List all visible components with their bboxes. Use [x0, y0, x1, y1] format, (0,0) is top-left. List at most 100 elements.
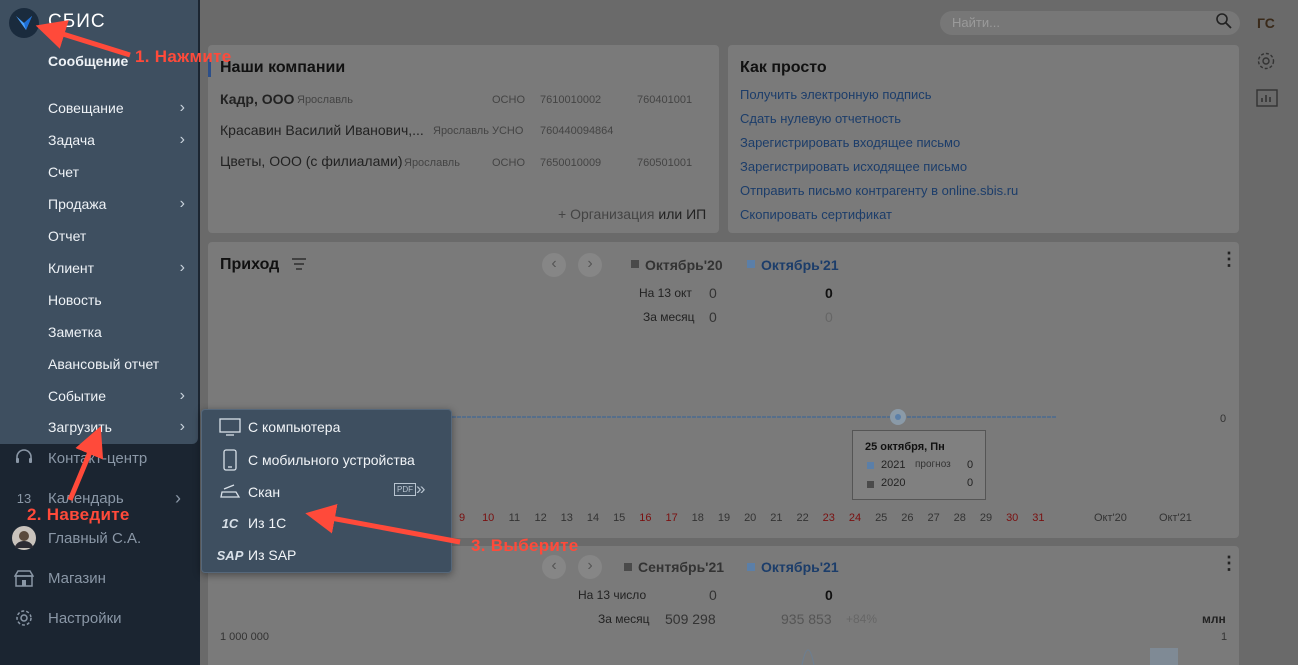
x-tick-label: 21 — [770, 512, 783, 524]
row-cur-value: 0 — [825, 309, 833, 325]
search-icon[interactable] — [1215, 12, 1233, 35]
company-inn: 7610010002 — [540, 94, 602, 106]
submenu-item-label: Из 1С — [248, 515, 287, 531]
sbis-logo-button[interactable] — [9, 8, 39, 38]
menu-item-label: Загрузить — [48, 419, 112, 435]
add-organization-suffix: или ИП — [658, 206, 707, 222]
howto-link[interactable]: Сдать нулевую отчетность — [740, 111, 901, 126]
pdf-badge-icon[interactable]: PDF — [394, 483, 416, 496]
chevron-right-icon: › — [179, 259, 185, 276]
legend-cur: Октябрь'21 — [761, 257, 839, 273]
howto-link[interactable]: Зарегистрировать входящее письмо — [740, 135, 960, 150]
menu-item[interactable]: Загрузить › — [48, 418, 193, 435]
menu-item[interactable]: Заметка — [48, 324, 193, 340]
x-tick-label: 19 — [717, 512, 731, 524]
settings-icon[interactable] — [1256, 51, 1276, 76]
sidebar-item-shop[interactable]: Магазин — [0, 558, 200, 598]
double-chevron-right-icon[interactable]: » — [416, 479, 425, 499]
upload-from-sap[interactable]: SAP Из SAP — [217, 543, 443, 567]
tooltip-value: 0 — [967, 477, 974, 489]
menu-item-label: Отчет — [48, 228, 87, 244]
howto-link[interactable]: Отправить письмо контрагенту в online.sb… — [740, 183, 1018, 198]
more-options-icon[interactable]: ⋮ — [1220, 250, 1238, 268]
x-tick-label: 27 — [927, 512, 940, 524]
row-cur-value: 0 — [825, 285, 833, 301]
company-city: Ярославль — [404, 157, 460, 169]
dashboard-icon[interactable] — [1256, 89, 1278, 114]
menu-item[interactable]: Задача › — [48, 131, 193, 148]
y-axis-right-label: 0 — [1220, 413, 1227, 425]
gear-icon — [12, 606, 36, 630]
menu-item[interactable]: Новость — [48, 292, 193, 308]
row-cur-value: 935 853 — [781, 611, 832, 627]
x-tick-label: 24 — [848, 512, 862, 524]
sidebar-item-label: Магазин — [48, 569, 106, 587]
howto-title: Как просто — [740, 59, 827, 76]
prev-period-button[interactable]: ‹ — [542, 555, 566, 579]
add-organization-link[interactable]: + Организация или ИП — [558, 206, 706, 222]
sidebar-item-label: Главный С.А. — [48, 529, 142, 547]
x-tick-label: 23 — [822, 512, 835, 524]
row-label: За месяц — [598, 612, 650, 626]
second-chart-peak — [801, 649, 815, 665]
chevron-right-icon: › — [179, 418, 185, 435]
sidebar-item-settings[interactable]: Настройки — [0, 598, 200, 638]
chevron-right-icon: › — [179, 131, 185, 148]
upload-from-computer[interactable]: С компьютера — [218, 415, 443, 439]
howto-link[interactable]: Получить электронную подпись — [740, 87, 932, 102]
howto-link[interactable]: Скопировать сертификат — [740, 207, 892, 222]
filter-icon[interactable] — [291, 257, 307, 276]
company-name[interactable]: Цветы, ООО (с филиалами) — [220, 153, 403, 169]
submenu-item-label: Скан — [248, 484, 281, 500]
x-tick-label: 17 — [665, 512, 678, 524]
menu-item-label: Задача — [48, 132, 95, 148]
menu-item-label: Заметка — [48, 324, 102, 340]
chevron-right-icon: › — [179, 195, 185, 212]
next-period-button[interactable]: › — [578, 555, 602, 579]
search-input[interactable]: Найти... — [940, 11, 1240, 35]
menu-item[interactable]: Отчет — [48, 228, 193, 244]
submenu-item-label: С компьютера — [248, 419, 341, 435]
menu-item[interactable]: Клиент › — [48, 259, 193, 276]
x-tick-label: 22 — [796, 512, 809, 524]
tooltip-marker — [867, 462, 874, 469]
brand-name: СБИС — [48, 11, 106, 32]
prev-period-button[interactable]: ‹ — [542, 253, 566, 277]
scanner-icon — [218, 481, 242, 503]
menu-item-label: Сообщение — [48, 53, 129, 69]
sidebar-item-contact-center[interactable]: Контакт-центр — [0, 438, 200, 478]
month-label: Окт'20 — [1094, 512, 1127, 524]
row-label: На 13 окт — [639, 286, 692, 300]
company-tax: ОСНО — [492, 94, 525, 106]
user-initials[interactable]: ГС — [1257, 15, 1275, 31]
company-name[interactable]: Красавин Василий Иванович,... — [220, 122, 424, 138]
next-period-button[interactable]: › — [578, 253, 602, 277]
legend-prev-marker — [631, 260, 639, 268]
menu-item-label: Счет — [48, 164, 79, 180]
upload-scan[interactable]: Скан PDF » — [218, 479, 443, 504]
legend-prev: Октябрь'20 — [645, 257, 723, 273]
x-tick-label: 16 — [639, 512, 652, 524]
menu-item[interactable]: Продажа › — [48, 195, 193, 212]
tooltip-marker — [867, 481, 874, 488]
row-prev-value: 0 — [709, 285, 717, 301]
menu-item[interactable]: Событие › — [48, 387, 193, 404]
company-name[interactable]: Кадр, ООО — [220, 91, 294, 107]
x-tick-label: 12 — [534, 512, 547, 524]
annotation-step-1: 1. Нажмите — [135, 47, 232, 66]
upload-from-mobile[interactable]: С мобильного устройства — [218, 448, 443, 472]
howto-link[interactable]: Зарегистрировать исходящее письмо — [740, 159, 967, 174]
more-options-icon[interactable]: ⋮ — [1220, 554, 1238, 572]
upload-from-1c[interactable]: 1С Из 1С — [218, 511, 443, 535]
menu-item-label: Продажа — [48, 196, 107, 212]
avatar — [12, 526, 36, 550]
x-tick-label: 10 — [482, 512, 495, 524]
chevron-right-icon: › — [179, 99, 185, 116]
chart-tooltip: 25 октября, Пн 2021 прогноз 0 2020 0 — [852, 430, 986, 500]
menu-item[interactable]: Счет — [48, 164, 193, 180]
x-tick-label: 9 — [458, 512, 466, 524]
menu-item[interactable]: Авансовый отчет — [48, 356, 193, 372]
row-prev-value: 509 298 — [665, 611, 716, 627]
menu-item-label: Авансовый отчет — [48, 356, 160, 372]
menu-item[interactable]: Совещание › — [48, 99, 193, 116]
